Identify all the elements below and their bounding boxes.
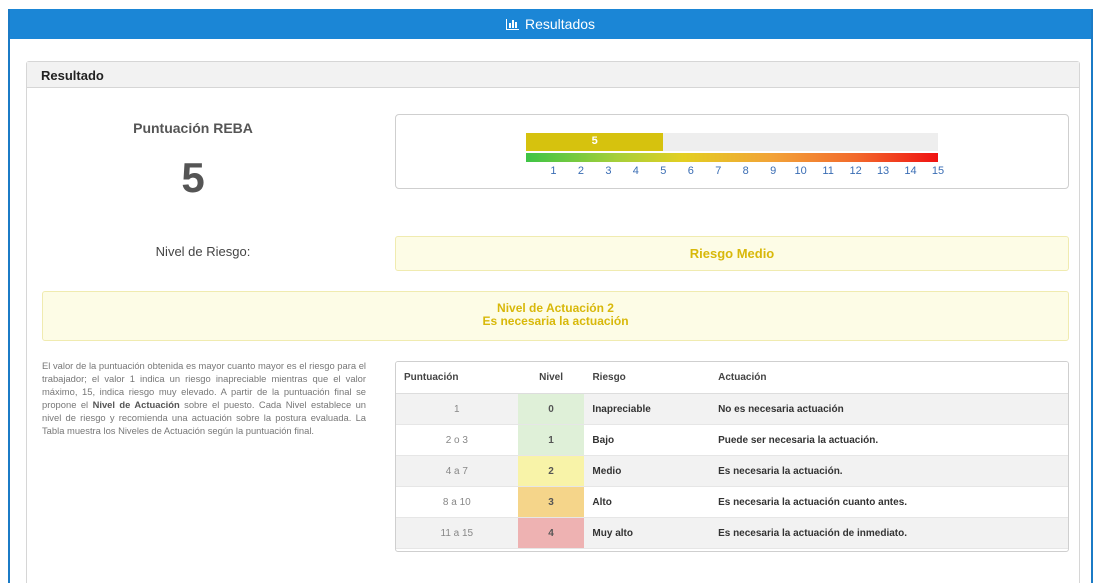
gauge-ticks: 1 2 3 4 5 6 7 8 9 10 11 12 13 14 15 xyxy=(526,165,944,177)
gauge-tick: 9 xyxy=(770,165,777,177)
cell-risk: Muy alto xyxy=(592,527,633,539)
gauge-tick: 13 xyxy=(876,165,890,177)
cell-risk: Alto xyxy=(592,496,612,508)
gauge-tick: 1 xyxy=(550,165,557,177)
gauge-tick: 12 xyxy=(849,165,862,177)
cell-level: 1 xyxy=(517,425,585,455)
results-title: Resultados xyxy=(524,16,596,32)
results-window: Resultados Resultado Puntuación REBA 5 5… xyxy=(8,9,1093,583)
cell-level: 4 xyxy=(517,518,585,548)
table-row: 11 a 15 4 Muy alto Es necesaria la actuació… xyxy=(396,518,1068,549)
gauge-tick: 8 xyxy=(742,165,749,177)
table-row: 2 o 3 1 Bajo Puede ser necesaria la actuaci… xyxy=(396,425,1068,456)
header-risk: Riesgo xyxy=(592,372,626,383)
table-header: Puntuación Nivel Riesgo Actuación xyxy=(396,362,1068,394)
cell-score: 4 a 7 xyxy=(445,465,468,477)
cell-score: 8 a 10 xyxy=(442,496,471,508)
description-text: El valor de la puntuación obtenida es ma… xyxy=(42,360,367,436)
action-level-box: Nivel de Actuación 2 Es necesaria la act… xyxy=(42,291,1069,341)
cell-action: Es necesaria la actuación cuanto antes. xyxy=(718,496,908,508)
gauge-tick: 15 xyxy=(931,165,945,177)
gauge-tick: 2 xyxy=(577,165,584,177)
gauge-tick: 14 xyxy=(904,165,917,177)
table-row: 4 a 7 2 Medio Es necesaria la actuación. xyxy=(396,456,1068,487)
cell-level: 2 xyxy=(517,456,585,486)
bar-chart-icon xyxy=(505,18,519,30)
cell-risk: Medio xyxy=(592,465,622,477)
cell-level: 0 xyxy=(517,394,585,424)
panel-title: Resultado xyxy=(27,62,1079,88)
cell-risk: Inapreciable xyxy=(592,403,651,415)
header-score: Puntuación xyxy=(404,372,459,383)
action-level-text: Es necesaria la actuación xyxy=(482,314,629,328)
risk-level-value: Riesgo Medio xyxy=(395,236,1069,271)
cell-risk: Bajo xyxy=(592,434,615,446)
gauge-tick: 10 xyxy=(794,165,807,177)
gauge-tick: 3 xyxy=(605,165,612,177)
cell-action: Es necesaria la actuación de inmediato. xyxy=(718,527,908,539)
result-panel: Resultado Puntuación REBA 5 5 1234567891… xyxy=(26,61,1080,583)
gauge-tick: 5 xyxy=(660,165,667,177)
gauge-tick: 4 xyxy=(632,165,639,177)
table-row: 8 a 10 3 Alto Es necesaria la actuación cua… xyxy=(396,487,1068,518)
score-value: 5 xyxy=(181,154,205,201)
cell-action: Puede ser necesaria la actuación. xyxy=(718,434,879,446)
header-action: Actuación xyxy=(718,372,767,383)
score-gauge: 5 1 2 3 4 5 6 7 8 9 10 11 12 13 14 15 xyxy=(395,114,1069,189)
cell-score: 11 a 15 xyxy=(440,527,474,539)
action-levels-table: Puntuación Nivel Riesgo Actuación 1 0 Inap… xyxy=(395,361,1069,552)
cell-score: 1 xyxy=(454,403,460,415)
gauge-track: 5 xyxy=(526,133,938,151)
cell-score: 2 o 3 xyxy=(445,434,468,446)
header-level: Nivel xyxy=(539,372,563,383)
cell-level: 3 xyxy=(517,487,585,517)
results-header: Resultados xyxy=(10,9,1091,39)
score-label: Puntuación REBA xyxy=(133,120,253,136)
gauge-tick: 7 xyxy=(715,165,722,177)
cell-action: Es necesaria la actuación. xyxy=(718,465,843,477)
cell-action: No es necesaria actuación xyxy=(718,403,844,415)
risk-level-label: Nivel de Riesgo: xyxy=(155,244,251,259)
gauge-tick: 6 xyxy=(687,165,694,177)
gauge-tick: 11 xyxy=(822,165,834,177)
gauge-color-scale xyxy=(526,153,938,162)
table-row: 1 0 Inapreciable No es necesaria actuación xyxy=(396,394,1068,425)
gauge-fill: 5 xyxy=(526,133,664,151)
